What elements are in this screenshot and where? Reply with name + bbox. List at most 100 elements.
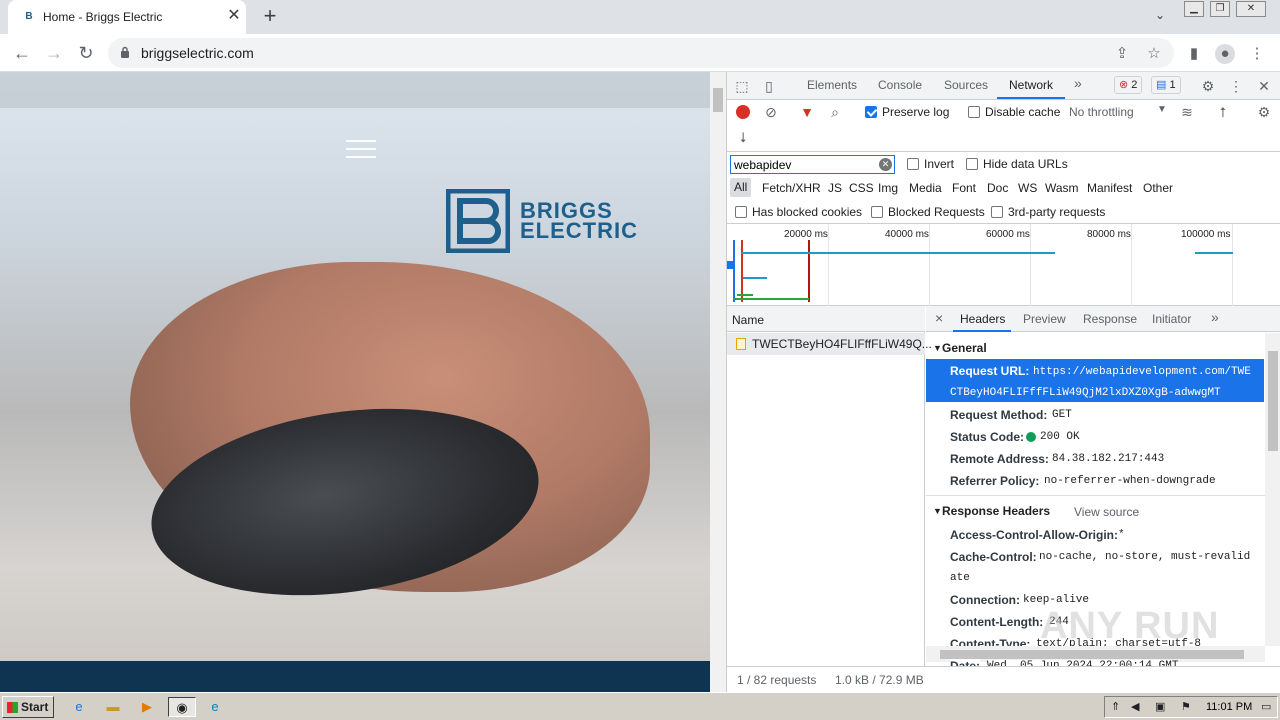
bookmark-star-icon[interactable]: ☆: [1144, 44, 1164, 64]
address-bar[interactable]: briggselectric.com: [108, 38, 1174, 68]
export-har-icon[interactable]: ⭣: [734, 128, 752, 146]
tab-preview[interactable]: Preview: [1023, 312, 1066, 326]
detail-vertical-scrollbar-thumb[interactable]: [1268, 351, 1278, 451]
type-filter-manifest[interactable]: Manifest: [1087, 181, 1132, 195]
detail-horizontal-scrollbar-thumb[interactable]: [940, 650, 1244, 659]
network-settings-gear-icon[interactable]: ⚙: [1255, 103, 1273, 121]
share-icon[interactable]: ⇪: [1112, 44, 1132, 64]
more-detail-tabs-chevron-icon[interactable]: »: [1211, 309, 1219, 325]
window-close-button[interactable]: ✕: [1236, 1, 1266, 17]
kebab-menu-icon[interactable]: ⋮: [1247, 44, 1267, 64]
browser-tab[interactable]: B Home - Briggs Electric ✕: [8, 0, 246, 34]
reload-icon[interactable]: ↻: [73, 41, 99, 67]
type-filter-font[interactable]: Font: [952, 181, 976, 195]
devtools-menu-icon[interactable]: ⋮: [1227, 77, 1245, 95]
volume-icon[interactable]: ◀: [1131, 700, 1139, 713]
profile-avatar-icon[interactable]: ●: [1215, 44, 1235, 64]
waterfall-bar: [737, 294, 753, 296]
taskbar-clock[interactable]: 11:01 PM: [1206, 701, 1252, 713]
tab-network[interactable]: Network: [1009, 78, 1053, 92]
url-text[interactable]: briggselectric.com: [141, 45, 254, 61]
error-badge[interactable]: ⊗ 2: [1114, 76, 1143, 94]
page-scrollbar[interactable]: [710, 72, 726, 692]
type-filter-all[interactable]: All: [730, 178, 752, 197]
type-filter-fetch-xhr[interactable]: Fetch/XHR: [762, 181, 821, 195]
back-arrow-icon[interactable]: ←: [9, 41, 35, 67]
briggs-logo-icon[interactable]: [446, 189, 510, 253]
network-overview-timeline[interactable]: 20000 ms 40000 ms 60000 ms 80000 ms 1000…: [727, 224, 1280, 306]
tab-headers[interactable]: Headers: [960, 312, 1005, 326]
cache-control-value-line2: ate: [950, 572, 970, 584]
preserve-log-checkbox[interactable]: [865, 106, 877, 118]
throttling-select[interactable]: No throttling: [1069, 105, 1134, 119]
message-badge[interactable]: ▤ 1: [1151, 76, 1181, 94]
media-player-icon[interactable]: ▶: [136, 697, 158, 717]
record-icon[interactable]: [736, 105, 750, 119]
type-filter-doc[interactable]: Doc: [987, 181, 1008, 195]
tab-sources[interactable]: Sources: [944, 78, 988, 92]
type-filter-js[interactable]: JS: [828, 181, 842, 195]
preserve-log-label: Preserve log: [882, 105, 950, 119]
filter-funnel-icon[interactable]: ▼: [798, 103, 816, 121]
flag-tray-icon[interactable]: ⚑: [1181, 700, 1191, 713]
type-filter-img[interactable]: Img: [878, 181, 898, 195]
general-collapse-triangle-icon[interactable]: ▼: [933, 343, 942, 353]
explorer-folder-icon[interactable]: ▬: [102, 697, 124, 717]
disable-cache-checkbox[interactable]: [968, 106, 980, 118]
close-detail-icon[interactable]: ×: [935, 310, 943, 326]
minimize-button[interactable]: ▁: [1184, 1, 1204, 17]
tab-console[interactable]: Console: [878, 78, 922, 92]
hamburger-menu-icon[interactable]: [346, 140, 376, 160]
clear-icon[interactable]: ⊘: [762, 103, 780, 121]
request-url-value-line1[interactable]: https://webapidevelopment.com/TWE: [1033, 366, 1251, 378]
settings-gear-icon[interactable]: ⚙: [1199, 77, 1217, 95]
type-filter-wasm[interactable]: Wasm: [1045, 181, 1079, 195]
network-conditions-icon[interactable]: ≋: [1178, 103, 1196, 121]
response-headers-section-title[interactable]: Response Headers: [942, 504, 1050, 518]
new-tab-button[interactable]: +: [258, 5, 282, 29]
maximize-button[interactable]: ❐: [1210, 1, 1230, 17]
start-button[interactable]: Start: [2, 696, 54, 718]
inspect-element-icon[interactable]: ⬚: [733, 77, 751, 95]
side-panel-icon[interactable]: ▮: [1184, 44, 1204, 64]
tab-elements[interactable]: Elements: [807, 78, 857, 92]
type-filter-media[interactable]: Media: [909, 181, 942, 195]
tab-search-chevron-icon[interactable]: ⌄: [1150, 8, 1170, 26]
request-row[interactable]: TWECTBeyHO4FLIFffFLiW49Q...: [727, 333, 932, 355]
tab-close-icon[interactable]: ✕: [224, 6, 244, 26]
detail-vertical-scrollbar[interactable]: [1265, 333, 1280, 646]
network-tray-icon[interactable]: ▣: [1155, 700, 1165, 713]
filter-input[interactable]: [730, 155, 895, 174]
view-source-link[interactable]: View source: [1074, 505, 1139, 519]
chrome-taskbar-icon[interactable]: ◉: [168, 697, 196, 717]
edge-icon[interactable]: e: [204, 697, 226, 717]
request-name[interactable]: TWECTBeyHO4FLIFffFLiW49Q...: [752, 337, 932, 351]
type-filter-ws[interactable]: WS: [1018, 181, 1037, 195]
forward-arrow-icon[interactable]: →: [41, 41, 67, 67]
close-devtools-icon[interactable]: ✕: [1255, 77, 1273, 95]
device-toolbar-icon[interactable]: ▯: [760, 77, 778, 95]
blocked-requests-checkbox[interactable]: [871, 206, 883, 218]
invert-checkbox[interactable]: [907, 158, 919, 170]
response-headers-collapse-triangle-icon[interactable]: ▼: [933, 506, 942, 516]
third-party-checkbox[interactable]: [991, 206, 1003, 218]
throttling-dropdown-icon[interactable]: ▼: [1157, 104, 1167, 115]
import-har-icon[interactable]: ⭡: [1214, 103, 1232, 121]
blocked-cookies-checkbox[interactable]: [735, 206, 747, 218]
show-desktop-icon[interactable]: ▭: [1261, 700, 1271, 713]
request-url-value-line2[interactable]: CTBeyHO4FLIFffFLiW49QjM2lxDXZ0XgB-adwwgM…: [950, 387, 1221, 399]
type-filter-css[interactable]: CSS: [849, 181, 874, 195]
ie-icon[interactable]: e: [68, 697, 90, 717]
name-column-header[interactable]: Name: [727, 306, 925, 332]
tab-initiator[interactable]: Initiator: [1152, 312, 1191, 326]
hide-data-urls-checkbox[interactable]: [966, 158, 978, 170]
more-tabs-chevron-icon[interactable]: »: [1074, 75, 1082, 91]
acao-key: Access-Control-Allow-Origin:: [950, 528, 1119, 542]
type-filter-other[interactable]: Other: [1143, 181, 1173, 195]
search-icon[interactable]: ⌕: [826, 103, 844, 121]
general-section-title[interactable]: General: [942, 341, 987, 355]
page-scrollbar-thumb[interactable]: [713, 88, 723, 112]
clear-filter-icon[interactable]: ✕: [879, 158, 892, 171]
tab-response[interactable]: Response: [1083, 312, 1137, 326]
tray-expand-icon[interactable]: ⇑: [1111, 700, 1120, 713]
